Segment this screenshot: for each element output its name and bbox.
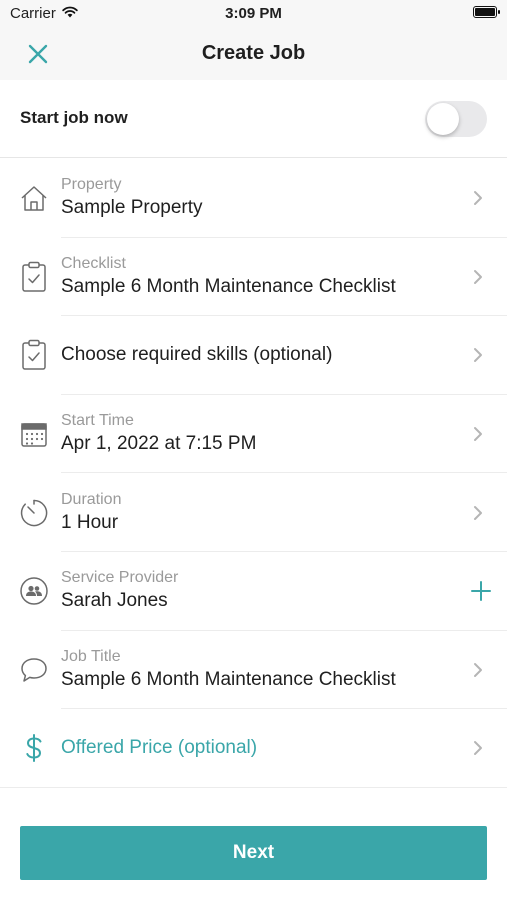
skills-row[interactable]: Choose required skills (optional)	[0, 316, 507, 395]
offered-price-value: Offered Price (optional)	[61, 737, 258, 759]
add-provider-button[interactable]	[469, 579, 493, 603]
start-job-label: Start job now	[20, 108, 128, 127]
offered-price-row[interactable]: Offered Price (optional)	[0, 709, 507, 788]
clipboard-check-icon	[16, 259, 52, 295]
timer-icon	[16, 495, 52, 531]
start-time-row[interactable]: Start Time Apr 1, 2022 at 7:15 PM	[0, 395, 507, 474]
duration-row[interactable]: Duration 1 Hour	[0, 473, 507, 552]
job-title-value: Sample 6 Month Maintenance Checklist	[61, 668, 396, 690]
battery-icon	[473, 6, 500, 18]
property-label: Property	[61, 176, 122, 194]
chevron-right-icon	[471, 739, 485, 757]
chevron-right-icon	[471, 268, 485, 286]
clipboard-check-icon	[16, 337, 52, 373]
plus-icon	[471, 581, 491, 602]
start-time-value: Apr 1, 2022 at 7:15 PM	[61, 433, 257, 455]
service-provider-value: Sarah Jones	[61, 590, 168, 612]
service-provider-row[interactable]: Service Provider Sarah Jones	[0, 552, 507, 631]
checklist-label: Checklist	[61, 254, 126, 272]
dollar-icon	[16, 730, 52, 766]
job-title-row[interactable]: Job Title Sample 6 Month Maintenance Che…	[0, 631, 507, 710]
property-value: Sample Property	[61, 197, 203, 219]
job-fields-list: Property Sample Property Checklist Sampl…	[0, 159, 507, 788]
status-time: 3:09 PM	[225, 5, 282, 22]
duration-value: 1 Hour	[61, 511, 119, 533]
job-title-label: Job Title	[61, 647, 121, 665]
toggle-knob	[427, 103, 459, 135]
property-row[interactable]: Property Sample Property	[0, 159, 507, 238]
skills-value: Choose required skills (optional)	[61, 344, 333, 366]
start-job-toggle[interactable]	[425, 101, 487, 137]
calendar-icon	[16, 416, 52, 452]
chevron-right-icon	[471, 661, 485, 679]
checklist-row[interactable]: Checklist Sample 6 Month Maintenance Che…	[0, 238, 507, 317]
next-button[interactable]: Next	[20, 826, 487, 880]
chevron-right-icon	[471, 189, 485, 207]
status-bar: Carrier 3:09 PM	[0, 0, 507, 28]
chevron-right-icon	[471, 425, 485, 443]
people-icon	[16, 573, 52, 609]
nav-bar: Create Job	[0, 28, 507, 80]
duration-label: Duration	[61, 490, 122, 508]
service-provider-label: Service Provider	[61, 569, 179, 587]
checklist-value: Sample 6 Month Maintenance Checklist	[61, 275, 396, 297]
page-title: Create Job	[201, 42, 306, 64]
start-time-label: Start Time	[61, 412, 134, 430]
start-job-row: Start job now	[0, 80, 507, 158]
chevron-right-icon	[471, 346, 485, 364]
chat-bubble-icon	[16, 652, 52, 688]
house-icon	[16, 180, 52, 216]
chevron-right-icon	[471, 504, 485, 522]
